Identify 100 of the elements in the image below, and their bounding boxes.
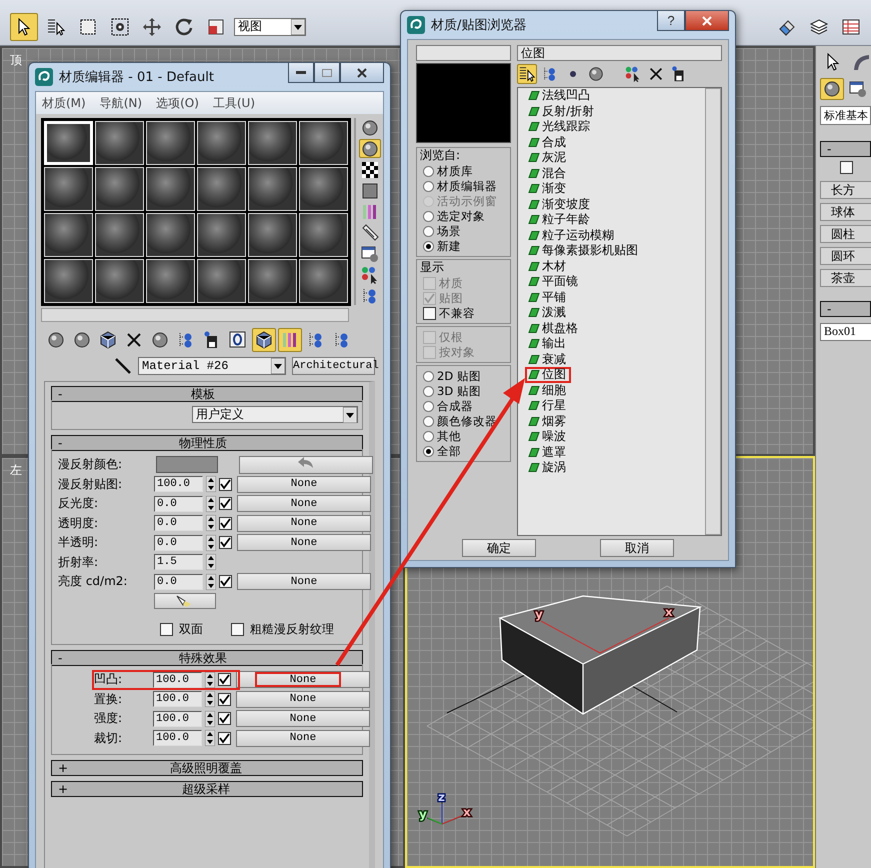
list-row[interactable]: 烟雾 (525, 414, 571, 429)
checkbox[interactable] (160, 623, 173, 636)
object-type-button[interactable]: 圆柱 (820, 225, 871, 243)
checkbox[interactable] (218, 732, 231, 745)
menu-item[interactable]: 选项(O) (156, 94, 199, 112)
object-type-button[interactable]: 圆环 (820, 247, 871, 265)
radio-button[interactable] (423, 371, 434, 382)
light-button[interactable] (154, 593, 216, 610)
checkbox[interactable] (218, 673, 231, 686)
radio-button[interactable] (423, 446, 434, 457)
checkbox[interactable] (219, 497, 232, 510)
rollout-header[interactable]: - 特殊效果 (51, 650, 363, 666)
map-button[interactable]: None (237, 476, 371, 493)
list-row[interactable]: 反射/折射 (525, 104, 600, 119)
scrollbar[interactable] (41, 308, 349, 322)
checkbox[interactable] (219, 575, 232, 588)
number-field[interactable]: 0.0 (154, 574, 203, 590)
object-type-button[interactable]: 茶壶 (820, 269, 871, 287)
list-row[interactable]: 行星 (525, 398, 571, 414)
sample-slot[interactable] (44, 259, 93, 303)
number-field[interactable]: 100.0 (153, 672, 202, 688)
sample-slot[interactable] (197, 259, 246, 303)
view-dropdown[interactable]: 视图 (234, 18, 306, 36)
list-row[interactable]: 合成 (525, 134, 571, 150)
list-row[interactable]: 输出 (525, 336, 571, 352)
object-name-field[interactable]: Box01 (820, 323, 871, 341)
list-row[interactable]: 灰泥 (525, 150, 571, 166)
list-row[interactable]: 平铺 (525, 290, 571, 305)
material-name-field[interactable]: Material #26 (138, 357, 286, 375)
sample-slot[interactable] (299, 259, 348, 303)
checkbox[interactable] (231, 623, 244, 636)
radio-button[interactable] (423, 431, 434, 442)
sample-slot[interactable] (44, 213, 93, 257)
scrollbar[interactable] (354, 118, 356, 305)
undo-button[interactable] (239, 456, 373, 474)
list-row[interactable]: 渐变 (525, 181, 571, 196)
list-row[interactable]: 光线跟踪 (525, 119, 595, 134)
checkbox[interactable] (218, 692, 231, 706)
radio-button[interactable] (423, 181, 434, 192)
number-field[interactable]: 0.0 (154, 496, 203, 512)
sample-slot[interactable] (248, 259, 297, 303)
close-button[interactable] (340, 63, 384, 83)
spinner-arrows-icon[interactable] (206, 476, 216, 492)
sample-slot[interactable] (44, 167, 93, 211)
number-field[interactable]: 100.0 (153, 730, 202, 746)
sample-slot[interactable] (146, 259, 195, 303)
checkbox[interactable] (219, 536, 232, 550)
radio-button[interactable] (423, 401, 434, 412)
close-button[interactable] (685, 11, 729, 31)
list-row[interactable]: 渐变坡度 (525, 196, 595, 212)
menu-item[interactable]: 工具(U) (212, 94, 256, 112)
list-row[interactable]: 粒子运动模糊 (525, 228, 619, 243)
map-button[interactable]: None (236, 730, 370, 747)
checkbox[interactable] (219, 516, 232, 530)
rollout-header[interactable]: - 模板 (51, 386, 363, 402)
radio-button[interactable] (423, 416, 434, 427)
help-button[interactable]: ? (657, 11, 685, 31)
list-row[interactable]: 位图 (525, 367, 571, 382)
map-button[interactable]: None (237, 495, 371, 512)
map-button[interactable]: None (236, 671, 370, 688)
list-row[interactable]: 细胞 (525, 382, 571, 398)
sample-slot[interactable] (197, 213, 246, 257)
radio-button[interactable] (423, 211, 434, 222)
radio-button[interactable] (423, 226, 434, 237)
sample-slot[interactable] (299, 213, 348, 257)
map-button[interactable]: None (237, 573, 371, 590)
map-button[interactable]: None (236, 710, 370, 728)
geometry-button[interactable] (820, 78, 844, 100)
tool-button[interactable] (359, 139, 381, 158)
number-field[interactable]: 0.0 (154, 534, 203, 551)
spinner-arrows-icon[interactable] (205, 672, 215, 688)
list-row[interactable]: 棋盘格 (525, 320, 583, 336)
menu-item[interactable]: 材质(M) (42, 94, 86, 112)
tool-button[interactable] (252, 328, 276, 352)
sample-slot[interactable] (197, 121, 246, 165)
list-row[interactable]: 泼溅 (525, 305, 571, 320)
rollout-header[interactable]: - (820, 141, 871, 157)
name-field[interactable] (416, 45, 511, 61)
maximize-button[interactable] (314, 63, 340, 83)
radio-button[interactable] (423, 386, 434, 397)
sample-slot[interactable] (95, 121, 144, 165)
list-view-button[interactable] (517, 64, 537, 84)
menu-item[interactable]: 导航(N) (100, 94, 142, 112)
checkbox[interactable] (840, 161, 853, 174)
spinner-arrows-icon[interactable] (205, 710, 215, 727)
number-field[interactable]: 100.0 (153, 691, 202, 708)
number-field[interactable]: 1.5 (154, 554, 203, 570)
sample-slot[interactable] (95, 167, 144, 211)
dialog-button[interactable]: 取消 (600, 539, 674, 557)
sample-slot[interactable] (146, 167, 195, 211)
object-type-button[interactable]: 球体 (820, 203, 871, 221)
list-row[interactable]: 法线凹凸 (525, 88, 595, 104)
sample-slot[interactable] (95, 259, 144, 303)
spinner-arrows-icon[interactable] (205, 730, 215, 746)
spinner-arrows-icon[interactable] (206, 554, 216, 570)
radio-button[interactable] (423, 241, 434, 252)
tool-button[interactable] (359, 244, 381, 263)
list-row[interactable]: 木材 (525, 258, 571, 274)
rollout-header[interactable]: + 超级采样 (51, 781, 363, 797)
map-button[interactable]: None (237, 514, 371, 532)
